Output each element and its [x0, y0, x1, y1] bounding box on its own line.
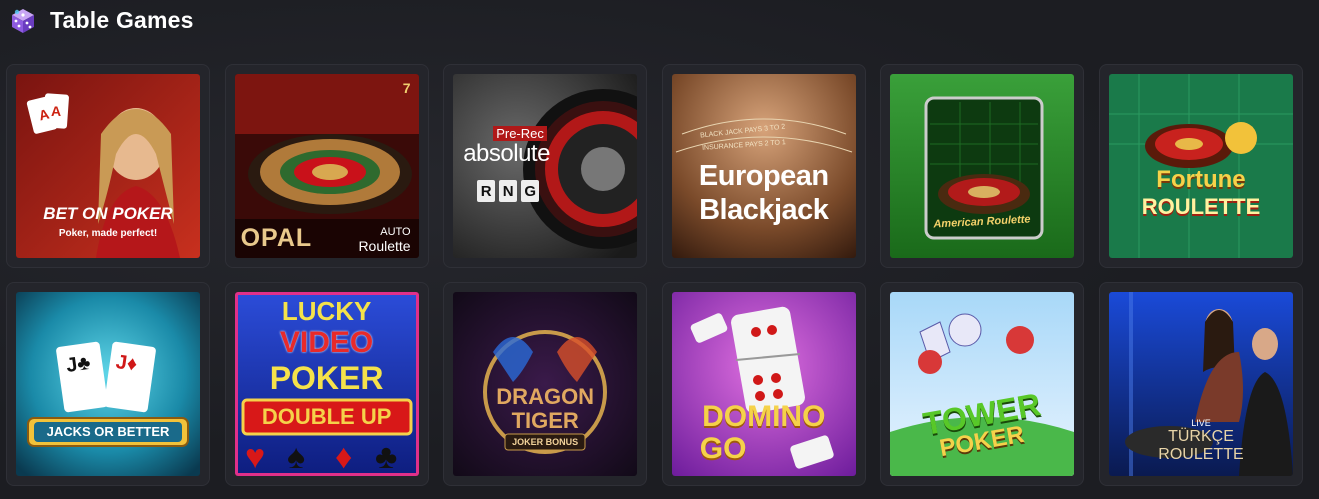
game-card-european-blackjack[interactable]: BLACK JACK PAYS 3 TO 2 INSURANCE PAYS 2 … [661, 64, 866, 268]
game-card-fortune-roulette[interactable]: Fortune ROULETTE [1098, 64, 1303, 268]
game-card-dragon-tiger[interactable]: DRAGON TIGER JOKER BONUS [443, 282, 648, 486]
game-card-absolute-rng[interactable]: Pre-Rec absolute R N G [443, 64, 648, 268]
game-title-line2: GO [699, 432, 747, 465]
game-badge: Pre-Rec [493, 126, 547, 141]
game-card-american-roulette[interactable]: American Roulette [880, 64, 1085, 268]
svg-text:♠: ♠ [287, 438, 305, 476]
game-title-line1: European [698, 160, 829, 192]
svg-text:♥: ♥ [245, 438, 265, 476]
game-thumbnail: LIVE TÜRKÇE ROULETTE [1108, 292, 1293, 476]
section-title: Table Games [50, 6, 194, 33]
dice-icon [12, 9, 34, 33]
game-thumbnail: 7 OPAL AUTO Roulette [234, 74, 419, 258]
game-subtitle-line2: Roulette [358, 238, 411, 254]
rng-letter: G [521, 180, 540, 202]
game-title-line2: TIGER [511, 408, 579, 433]
game-title-line1: Fortune [1156, 166, 1246, 193]
svg-text:♦: ♦ [335, 438, 352, 476]
game-subtitle-line1: AUTO [380, 226, 411, 238]
game-thumbnail: A A BET ON POKER Poker, made perfect! [16, 74, 200, 258]
game-thumbnail: J♣ J♦ JACKS OR BETTER [16, 292, 200, 476]
game-thumbnail: Pre-Rec absolute R N G [453, 74, 638, 258]
game-title-line2: ROULETTE [1141, 194, 1261, 219]
svg-text:♣: ♣ [375, 438, 397, 476]
game-title-line1: LUCKY [281, 296, 372, 326]
svg-text:J♣: J♣ [65, 352, 92, 377]
game-thumbnail: Fortune ROULETTE [1108, 74, 1293, 258]
game-card-bet-on-poker[interactable]: A A BET ON POKER Poker, made perfect! [6, 64, 210, 268]
game-thumbnail: DOMINO GO [671, 292, 856, 476]
game-title: OPAL [240, 224, 313, 252]
section-header: Table Games [8, 4, 194, 36]
game-thumbnail: American Roulette [890, 74, 1075, 258]
game-title: JACKS OR BETTER [46, 424, 170, 439]
game-badge: 7 [402, 80, 411, 96]
game-subtitle: Poker, made perfect! [58, 228, 158, 239]
game-card-jacks-or-better[interactable]: J♣ J♦ JACKS OR BETTER [6, 282, 210, 486]
game-card-lucky-video-poker[interactable]: ♥ ♠ ♦ ♣ LUCKY VIDEO POKER DOUBLE UP [224, 282, 429, 486]
svg-text:J♦: J♦ [114, 351, 138, 376]
game-title-line1: DOMINO [702, 400, 826, 433]
game-grid: A A BET ON POKER Poker, made perfect! 7 … [6, 64, 1303, 486]
game-title-line3: ROULETTE [1158, 446, 1244, 463]
game-card-live-turkce-roulette[interactable]: LIVE TÜRKÇE ROULETTE [1098, 282, 1303, 486]
rng-letter: R [477, 180, 496, 202]
rng-letters: R N G [477, 180, 540, 202]
game-title: absolute [463, 140, 550, 167]
game-title-line3: JOKER BONUS [512, 437, 579, 447]
game-card-domino-go[interactable]: DOMINO GO [661, 282, 866, 486]
svg-text:A: A [51, 103, 61, 119]
game-title-line2: TÜRKÇE [1168, 428, 1234, 445]
game-title-line1: DRAGON [496, 384, 595, 409]
game-title-line1: LIVE [1191, 418, 1211, 428]
game-thumbnail: BLACK JACK PAYS 3 TO 2 INSURANCE PAYS 2 … [671, 74, 856, 258]
game-card-opal-auto-roulette[interactable]: 7 OPAL AUTO Roulette [224, 64, 429, 268]
game-title-line2: Blackjack [699, 194, 829, 226]
game-thumbnail: TOWER POKER [890, 292, 1075, 476]
game-title-line2: VIDEO [279, 326, 374, 359]
game-card-tower-poker[interactable]: TOWER POKER [880, 282, 1085, 486]
game-thumbnail: ♥ ♠ ♦ ♣ LUCKY VIDEO POKER DOUBLE UP [234, 292, 419, 476]
rng-letter: N [499, 180, 518, 202]
game-title-line3: POKER [269, 360, 384, 396]
game-thumbnail: DRAGON TIGER JOKER BONUS [453, 292, 638, 476]
game-title-line4: DOUBLE UP [261, 404, 392, 429]
game-title: BET ON POKER [43, 204, 173, 223]
